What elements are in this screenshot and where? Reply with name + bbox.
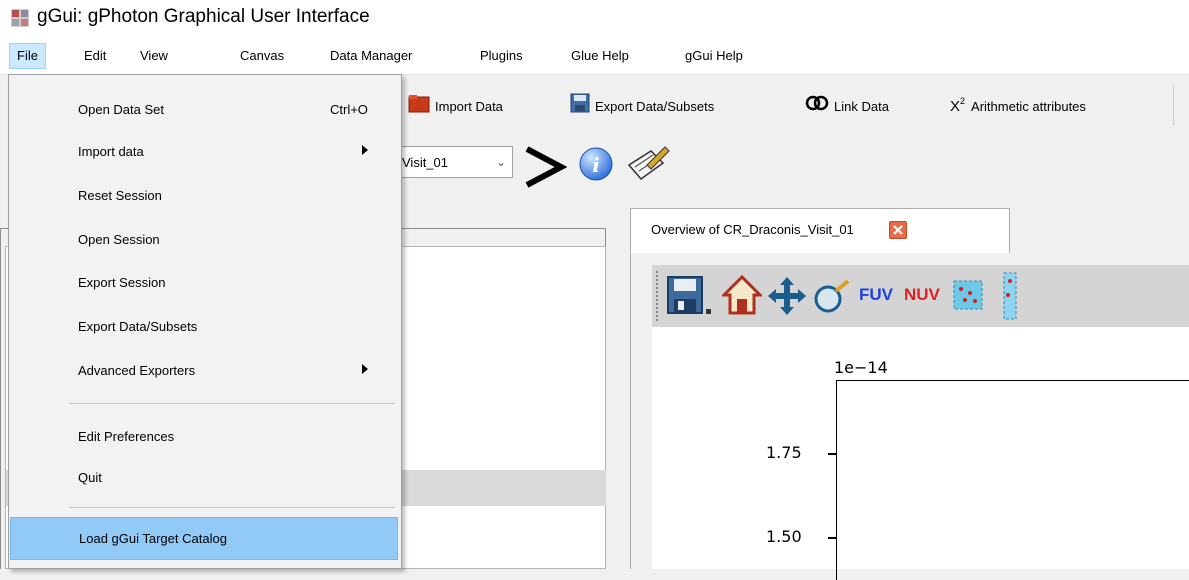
import-data-button[interactable]: Import Data <box>408 95 503 119</box>
menu-item-open-data-set[interactable]: Open Data Set Ctrl+O <box>10 91 398 129</box>
zoom-magnifier-icon[interactable] <box>812 277 852 318</box>
menu-item-label: Load gGui Target Catalog <box>79 531 227 546</box>
menu-item-label: Quit <box>78 470 102 485</box>
menu-data-manager[interactable]: Data Manager <box>323 43 419 69</box>
subset-selector-value: Visit_01 <box>402 155 449 170</box>
menu-glue-help[interactable]: Glue Help <box>564 43 636 69</box>
menu-separator <box>69 507 395 508</box>
app-logo-icon <box>11 9 29 27</box>
menu-view[interactable]: View <box>133 43 175 69</box>
pan-arrows-icon[interactable] <box>768 277 806 318</box>
export-data-subsets-label: Export Data/Subsets <box>595 99 715 114</box>
menu-canvas[interactable]: Canvas <box>233 43 291 69</box>
chevron-down-icon: ⌄ <box>495 155 506 169</box>
menu-plugins[interactable]: Plugins <box>473 43 530 69</box>
menu-item-label: Advanced Exporters <box>78 363 196 378</box>
toolbar-grip[interactable] <box>656 271 661 321</box>
save-dropdown-icon[interactable] <box>706 309 711 314</box>
tab-overview[interactable]: Overview of CR_Draconis_Visit_01 <box>630 208 1010 254</box>
plot-axes <box>836 380 1189 580</box>
menu-item-label: Export Session <box>78 275 166 290</box>
link-data-label: Link Data <box>834 99 889 114</box>
y-tick-mark <box>828 453 836 455</box>
menu-item-export-data-subsets[interactable]: Export Data/Subsets <box>10 308 398 346</box>
y-offset-label: 1e−14 <box>834 358 888 377</box>
next-arrow-icon[interactable] <box>521 145 568 192</box>
y-tick-mark <box>828 537 836 539</box>
viewer-toolbar: FUV NUV <box>652 265 1189 327</box>
menu-item-edit-preferences[interactable]: Edit Preferences <box>10 418 398 456</box>
menu-separator <box>69 403 395 404</box>
menu-item-label: Import data <box>78 144 144 159</box>
edit-notes-icon[interactable] <box>625 143 671 186</box>
menu-file[interactable]: File <box>9 43 46 69</box>
menu-item-import-data[interactable]: Import data <box>10 133 398 171</box>
link-icon <box>805 93 829 121</box>
menu-item-label: Edit Preferences <box>78 429 175 444</box>
colorbar-icon[interactable] <box>1000 271 1020 324</box>
menu-item-label: Open Data Set <box>78 102 164 117</box>
menu-bar: File Edit View Canvas Data Manager Plugi… <box>0 40 1189 74</box>
fuv-label: FUV <box>859 285 893 304</box>
tab-label: Overview of CR_Draconis_Visit_01 <box>651 222 854 237</box>
menu-item-load-ggui-target-catalog[interactable]: Load gGui Target Catalog <box>10 517 398 560</box>
scatter-points-icon[interactable] <box>952 279 984 314</box>
menu-ggui-help[interactable]: gGui Help <box>678 43 750 69</box>
menu-item-quit[interactable]: Quit <box>10 459 398 497</box>
menu-item-shortcut: Ctrl+O <box>330 102 368 117</box>
window-title: gGui: gPhoton Graphical User Interface <box>37 6 370 27</box>
fuv-button[interactable]: FUV <box>859 285 893 305</box>
arithmetic-attributes-button[interactable]: X 2 Arithmetic attributes <box>950 95 1086 119</box>
menu-edit[interactable]: Edit <box>77 43 113 69</box>
nuv-label: NUV <box>904 285 940 304</box>
menu-item-label: Open Session <box>78 232 160 247</box>
close-icon[interactable] <box>889 221 907 239</box>
arithmetic-attributes-label: Arithmetic attributes <box>971 99 1086 114</box>
export-data-subsets-button[interactable]: Export Data/Subsets <box>570 93 715 121</box>
menu-item-advanced-exporters[interactable]: Advanced Exporters <box>10 352 398 390</box>
menu-item-export-session[interactable]: Export Session <box>10 264 398 302</box>
toolbar-divider <box>1173 85 1174 125</box>
svg-text:i: i <box>592 153 600 177</box>
folder-icon <box>408 93 430 121</box>
info-icon[interactable]: i <box>578 146 614 185</box>
arithmetic-x-icon: X <box>950 98 961 115</box>
menu-item-label: Reset Session <box>78 188 162 203</box>
submenu-arrow-icon <box>362 364 368 374</box>
menu-item-open-session[interactable]: Open Session <box>10 221 398 259</box>
home-icon[interactable] <box>720 274 764 318</box>
menu-item-label: Export Data/Subsets <box>78 319 198 334</box>
nuv-button[interactable]: NUV <box>904 285 940 305</box>
menu-item-reset-session[interactable]: Reset Session <box>10 177 398 215</box>
y-tick-label: 1.75 <box>766 443 802 462</box>
subset-selector[interactable]: Visit_01 ⌄ <box>395 146 513 178</box>
link-data-button[interactable]: Link Data <box>805 95 889 119</box>
import-data-label: Import Data <box>435 99 503 114</box>
save-icon[interactable] <box>666 275 706 320</box>
floppy-disk-icon <box>570 93 590 121</box>
file-menu-dropdown: Open Data Set Ctrl+O Import data Reset S… <box>8 74 402 569</box>
submenu-arrow-icon <box>362 145 368 155</box>
y-tick-label: 1.50 <box>766 527 802 546</box>
arithmetic-exponent: 2 <box>960 96 966 106</box>
